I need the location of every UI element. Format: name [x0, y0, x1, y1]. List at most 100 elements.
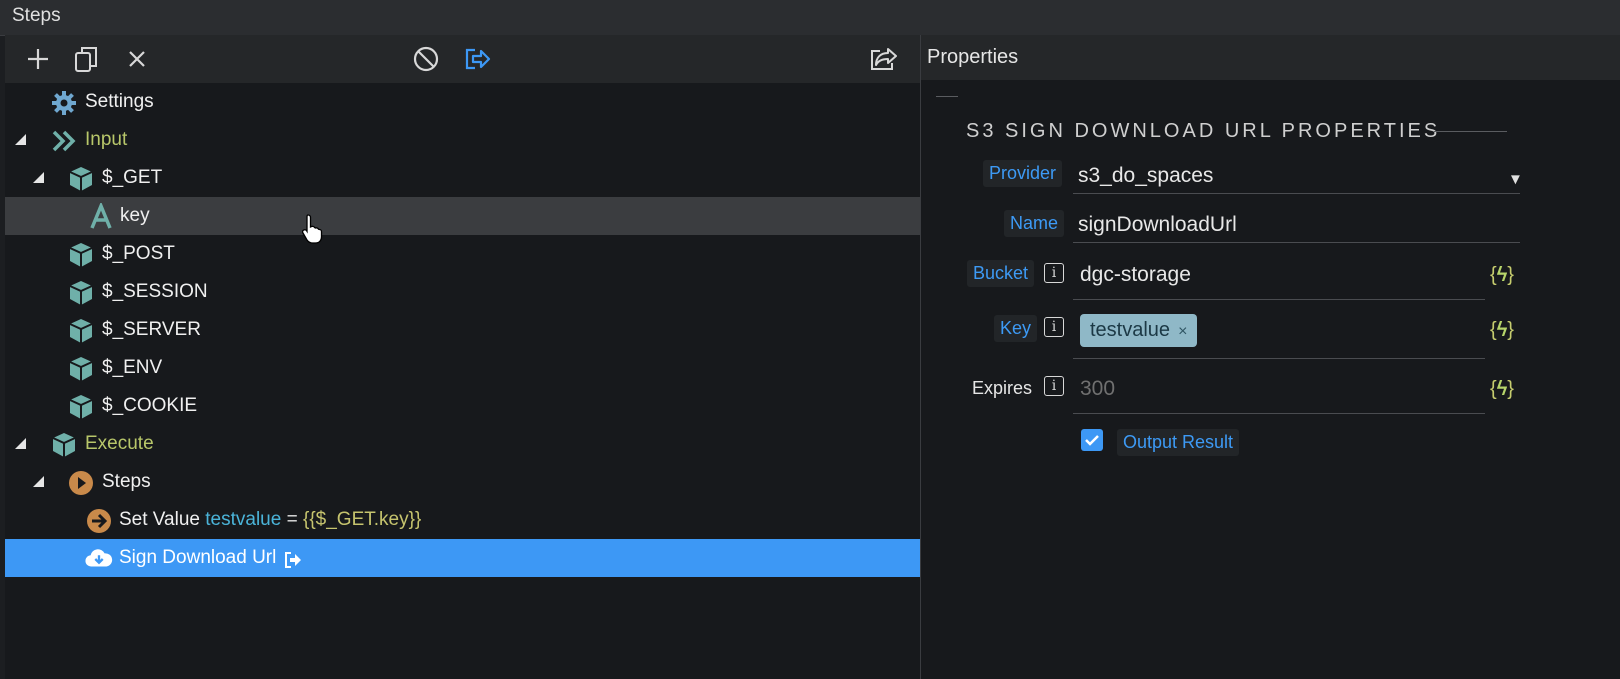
tree-item-session[interactable]: $_SESSION: [5, 273, 920, 311]
collapse-triangle-icon[interactable]: [15, 438, 26, 449]
delete-step-button[interactable]: [121, 43, 153, 75]
section-divider: [936, 96, 958, 97]
tree-item-set-value[interactable]: Set Value testvalue = {{$_GET.key}}: [5, 501, 920, 539]
cube-icon: [67, 279, 95, 307]
bolt-icon: ϟ: [1496, 264, 1508, 286]
gear-icon: [50, 89, 78, 117]
check-icon: [1085, 435, 1099, 446]
dynamic-data-icon[interactable]: {ϟ}: [1490, 378, 1514, 401]
disable-step-button[interactable]: [410, 43, 442, 75]
collapse-triangle-icon[interactable]: [33, 476, 44, 487]
dynamic-brace-open: {: [1490, 378, 1497, 400]
tree-label: Input: [85, 129, 128, 150]
set-value-label: Set Value: [119, 509, 200, 530]
window-titlebar: Steps: [0, 0, 1620, 36]
bucket-input[interactable]: dgc-storage: [1080, 263, 1191, 287]
share-button[interactable]: [868, 43, 900, 75]
tree-item-settings[interactable]: Settings: [5, 83, 920, 121]
tag-remove-icon[interactable]: ×: [1178, 323, 1187, 340]
tree-item-server[interactable]: $_SERVER: [5, 311, 920, 349]
cube-icon: [67, 355, 95, 383]
key-underline: [1073, 358, 1485, 359]
tree-label: Steps: [102, 471, 151, 492]
plus-icon: [28, 49, 48, 69]
copy-icon: [75, 47, 97, 72]
output-checkbox[interactable]: [1081, 429, 1103, 451]
expires-underline: [1073, 413, 1485, 414]
key-tag-label: testvalue: [1090, 319, 1171, 341]
dynamic-brace-open: {: [1490, 319, 1497, 341]
play-circle-icon: [67, 469, 95, 497]
info-icon[interactable]: i: [1044, 317, 1064, 337]
bucket-label: Bucket: [967, 260, 1035, 287]
cube-icon: [50, 431, 78, 459]
hand-cursor-icon: [302, 214, 323, 244]
key-tag: testvalue ×: [1080, 314, 1198, 347]
text-type-icon: [87, 201, 115, 231]
output-step-button[interactable]: [461, 43, 493, 75]
expires-label: Expires: [972, 378, 1033, 398]
tree-item-steps[interactable]: Steps: [5, 463, 920, 501]
bucket-underline: [1073, 299, 1485, 300]
cube-icon: [67, 317, 95, 345]
properties-title: Properties: [927, 46, 1019, 68]
tree-label: Execute: [85, 433, 154, 454]
name-input[interactable]: signDownloadUrl: [1078, 213, 1237, 237]
steps-panel: Settings Input $_GET key $_POST $_SESSIO…: [5, 35, 920, 679]
cube-icon: [67, 393, 95, 421]
dynamic-brace-close: }: [1507, 319, 1514, 341]
bolt-icon: ϟ: [1496, 378, 1508, 400]
bolt-icon: ϟ: [1496, 319, 1508, 341]
steps-toolbar: [5, 35, 920, 83]
tree-label: $_COOKIE: [102, 395, 198, 416]
section-divider: [1434, 131, 1507, 132]
dynamic-data-icon[interactable]: {ϟ}: [1490, 319, 1514, 342]
provider-underline: [1073, 193, 1520, 194]
tree-item-env[interactable]: $_ENV: [5, 349, 920, 387]
arrow-circle-icon: [85, 507, 113, 535]
set-value-expression: {{$_GET.key}}: [302, 509, 422, 530]
collapse-triangle-icon[interactable]: [15, 134, 26, 145]
dynamic-brace-close: }: [1507, 378, 1514, 400]
tree-item-sign-download-url[interactable]: Sign Download Url: [5, 539, 920, 577]
tree-label: Set Value testvalue = {{$_GET.key}}: [119, 509, 421, 531]
window-title: Steps: [12, 5, 61, 26]
tree-label: $_POST: [102, 243, 175, 264]
output-result-label[interactable]: Output Result: [1117, 429, 1240, 456]
tree-item-cookie[interactable]: $_COOKIE: [5, 387, 920, 425]
cube-icon: [67, 241, 95, 269]
cloud-download-icon: [85, 545, 113, 573]
properties-header: Properties: [921, 35, 1620, 80]
set-value-variable: testvalue: [205, 509, 282, 530]
add-step-button[interactable]: [22, 43, 54, 75]
tree-label: Settings: [85, 91, 154, 112]
duplicate-step-button[interactable]: [71, 43, 103, 75]
output-icon: [283, 550, 303, 570]
dynamic-data-icon[interactable]: {ϟ}: [1490, 264, 1514, 287]
tree-label: $_SESSION: [102, 281, 208, 302]
tree-item-input[interactable]: Input: [5, 121, 920, 159]
tree-label: $_ENV: [102, 357, 163, 378]
tree-label: key: [120, 205, 150, 226]
tree-item-execute[interactable]: Execute: [5, 425, 920, 463]
info-icon[interactable]: i: [1044, 376, 1064, 396]
tree-item-key[interactable]: key: [5, 197, 920, 235]
name-label: Name: [1004, 210, 1065, 237]
dynamic-brace-close: }: [1507, 264, 1514, 286]
cube-icon: [67, 165, 95, 193]
tree-item-post[interactable]: $_POST: [5, 235, 920, 273]
tree-label: $_GET: [102, 167, 163, 188]
tree-item-get[interactable]: $_GET: [5, 159, 920, 197]
info-icon[interactable]: i: [1044, 263, 1064, 283]
collapse-triangle-icon[interactable]: [33, 172, 44, 183]
share-icon: [871, 48, 897, 70]
ban-icon: [413, 46, 439, 72]
expires-input[interactable]: 300: [1080, 377, 1115, 401]
provider-select[interactable]: s3_do_spaces: [1078, 164, 1213, 188]
chevrons-right-icon: [50, 127, 78, 155]
tree-label: Sign Download Url: [119, 547, 277, 568]
set-value-equals: =: [286, 509, 298, 530]
output-icon: [465, 48, 491, 70]
section-title: S3 SIGN DOWNLOAD URL PROPERTIES: [966, 120, 1441, 142]
chevron-down-icon[interactable]: ▼: [1508, 171, 1523, 188]
